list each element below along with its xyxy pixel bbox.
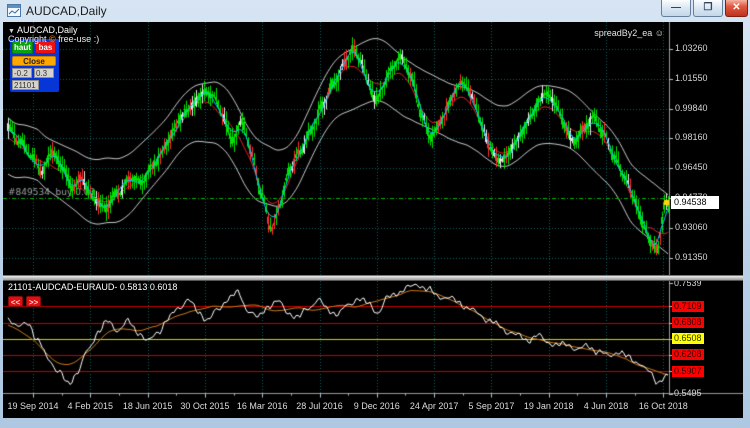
date-tick-label: 9 Dec 2016 [354,401,400,411]
ea-name-label: spreadBy2_ea ☺ [594,28,664,38]
ea-smiley-icon: ☺ [655,28,664,38]
indicator-level-label: 0.5495 [672,388,704,399]
date-tick-label: 16 Oct 2018 [639,401,688,411]
indicator-level-label: 0.6208 [672,349,704,360]
ea-name-text: spreadBy2_ea [594,28,655,38]
current-price-box: 0.94538 [671,196,719,209]
scroll-left-button[interactable]: << [8,296,23,307]
magic-number-input[interactable] [12,80,39,90]
price-tick-label: 0.99840 [675,103,708,113]
close-trade-button[interactable]: Close [12,56,56,66]
scroll-right-button[interactable]: >> [26,296,41,307]
price-tick-label: 1.01550 [675,73,708,83]
indicator-level-label: 0.7109 [672,301,704,312]
window-title: AUDCAD,Daily [26,4,107,18]
close-button[interactable]: ✕ [725,0,748,17]
date-tick-label: 24 Apr 2017 [410,401,459,411]
date-tick-label: 5 Sep 2017 [468,401,514,411]
copyright-post: free-use :) [56,34,100,44]
minimize-button[interactable]: — [661,0,691,17]
price-tick-label: 0.98160 [675,132,708,142]
ea-trade-panel: haut bas Close [10,39,59,92]
copyright-pre: Copyright [8,34,49,44]
chart-canvas[interactable] [3,22,743,418]
restore-button[interactable]: ❐ [693,0,723,17]
subwindow-splitter[interactable] [3,275,743,281]
date-tick-label: 19 Jan 2018 [524,401,574,411]
date-tick-label: 30 Oct 2015 [180,401,229,411]
date-tick-label: 28 Jul 2016 [296,401,343,411]
copyright-icon: © [49,34,56,44]
date-tick-label: 4 Feb 2015 [68,401,114,411]
indicator-level-label: 0.6808 [672,317,704,328]
indicator-level-label: 0.5907 [672,366,704,377]
title-bar: AUDCAD,Daily — ❐ ✕ [0,0,750,22]
copyright-comment: Copyright © free-use :) [8,34,99,44]
date-tick-label: 19 Sep 2014 [7,401,58,411]
date-tick-label: 16 Mar 2016 [237,401,288,411]
price-tick-label: 1.03260 [675,43,708,53]
offset-low-input[interactable] [12,68,32,78]
price-tick-label: 0.96450 [675,162,708,172]
indicator-level-label: 0.6508 [672,333,704,344]
chart-window-icon [7,4,21,17]
mt4-chart-window: AUDCAD,Daily — ❐ ✕ ▼AUDCAD,Daily Copyrig… [0,0,750,428]
offset-high-input[interactable] [34,68,54,78]
date-tick-label: 18 Jun 2015 [123,401,173,411]
chart-client-area: ▼AUDCAD,Daily Copyright © free-use :) sp… [3,22,743,418]
price-tick-label: 0.93060 [675,222,708,232]
price-tick-label: 0.91350 [675,252,708,262]
indicator-label: 21101-AUDCAD-EURAUD- 0.5813 0.6018 [8,282,177,292]
date-tick-label: 4 Jun 2018 [584,401,629,411]
